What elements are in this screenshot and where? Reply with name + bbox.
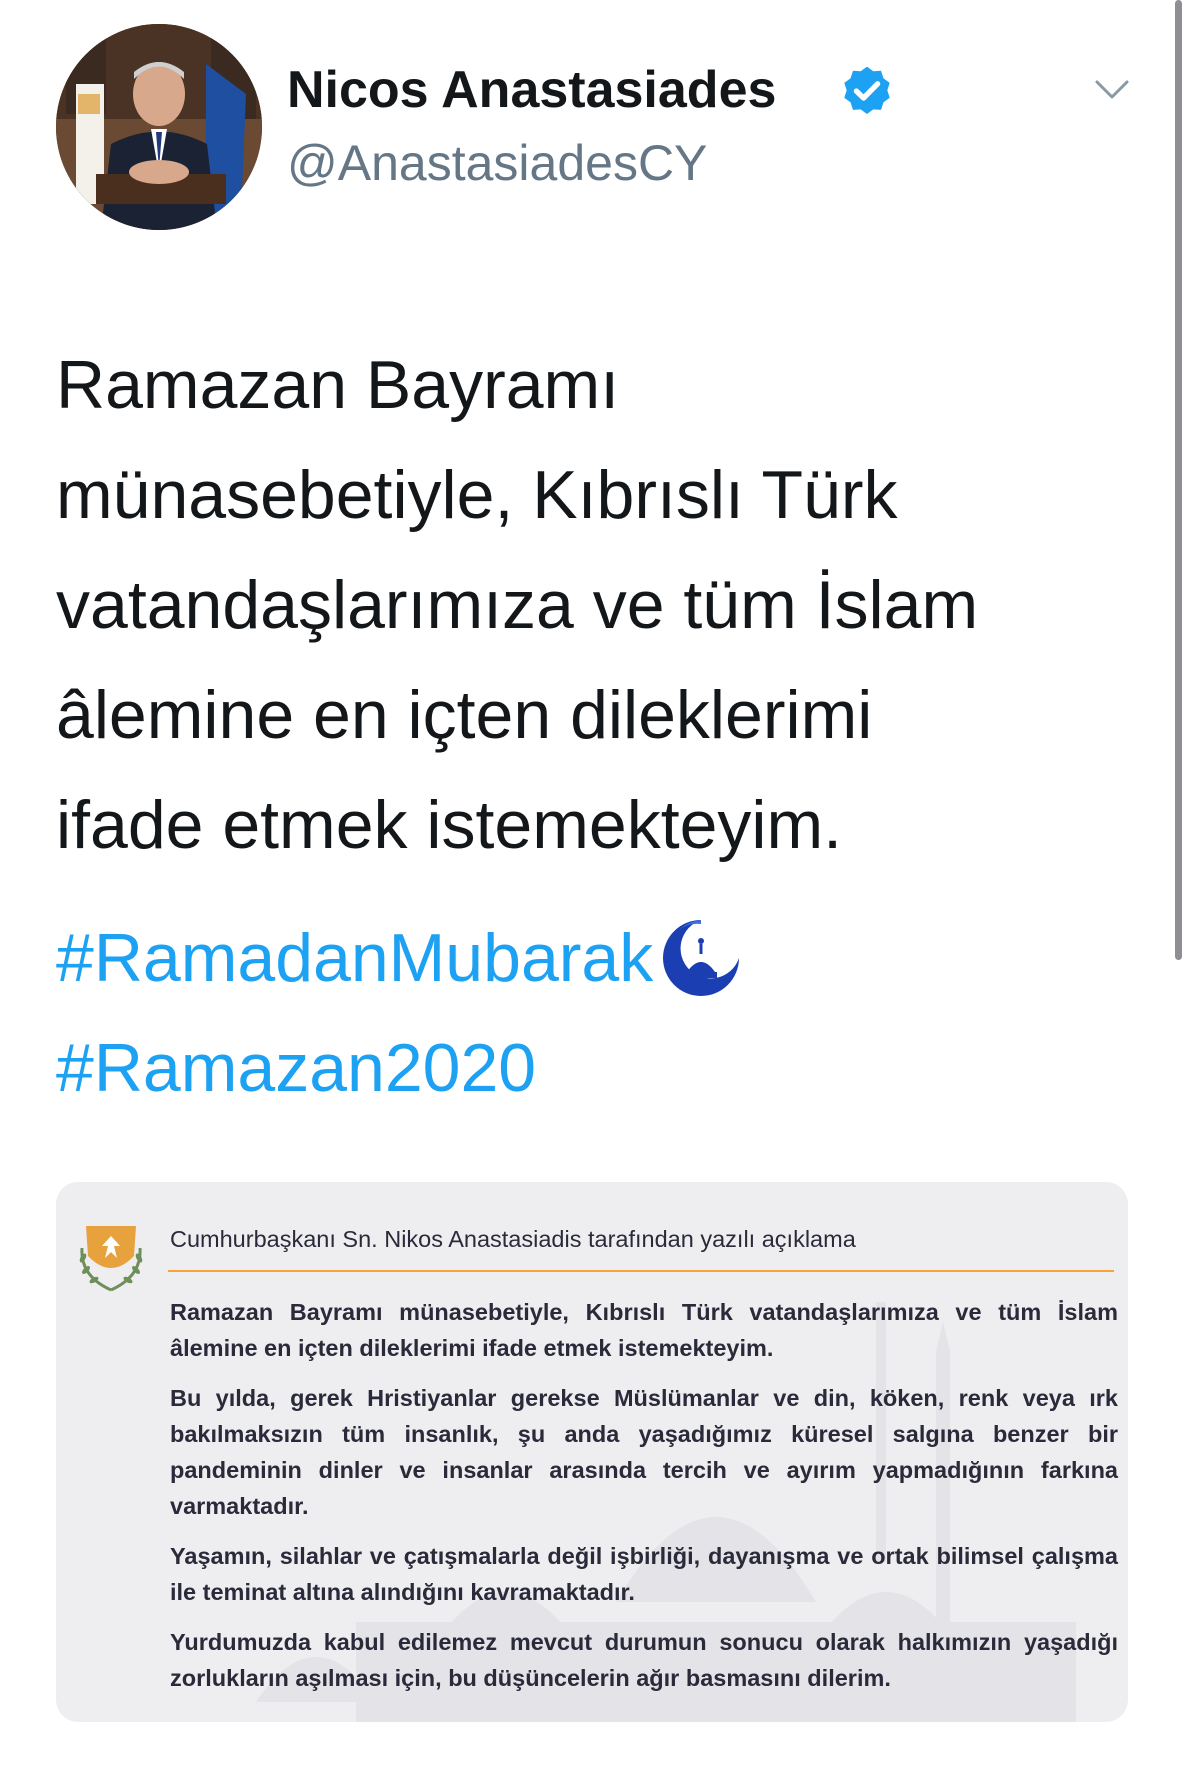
tweet-text-line: münasebetiyle, Kıbrıslı Türk <box>56 457 898 533</box>
avatar[interactable] <box>56 24 262 230</box>
chevron-down-icon[interactable] <box>1093 78 1131 102</box>
verified-badge-icon <box>844 66 890 114</box>
author-name[interactable]: Nicos Anastasiades <box>287 60 776 120</box>
crescent-moon-mosque-icon <box>663 920 740 996</box>
statement-paragraph: Yaşamın, silahlar ve çatışmalarla değil … <box>170 1543 1118 1605</box>
tweet-text-line: ifade etmek istemekteyim. <box>56 787 843 863</box>
statement-paragraph: Bu yılda, gerek Hristiyanlar gerekse Müs… <box>170 1385 1118 1519</box>
tweet-text-line: Ramazan Bayramı <box>56 347 620 423</box>
cyprus-coat-of-arms-icon <box>79 1226 143 1292</box>
statement-paragraph: Yurdumuzda kabul edilemez mevcut durumun… <box>170 1629 1118 1691</box>
hashtag-link[interactable]: #RamadanMubarak <box>56 903 653 1013</box>
tweet-text-line: âlemine en içten dileklerimi <box>56 677 873 753</box>
tweet-text-line: vatandaşlarımıza ve tüm İslam <box>56 567 979 643</box>
tweet-text: Ramazan Bayramı münasebetiyle, Kıbrıslı … <box>56 330 1096 880</box>
hashtag-list: #RamadanMubarak #Ramazan2020 <box>56 903 745 1123</box>
scrollbar[interactable] <box>1175 0 1182 960</box>
statement-title: Cumhurbaşkanı Sn. Nikos Anastasiadis tar… <box>170 1226 856 1252</box>
avatar-photo <box>56 24 262 230</box>
author-handle[interactable]: @AnastasiadesCY <box>287 134 707 192</box>
hashtag-link[interactable]: #Ramazan2020 <box>56 1013 536 1123</box>
statement-body: Ramazan Bayramı münasebetiyle, Kıbrıslı … <box>170 1294 1118 1710</box>
statement-paragraph: Ramazan Bayramı münasebetiyle, Kıbrıslı … <box>170 1299 1118 1361</box>
statement-image[interactable]: Cumhurbaşkanı Sn. Nikos Anastasiadis tar… <box>56 1182 1128 1722</box>
divider <box>168 1270 1114 1272</box>
